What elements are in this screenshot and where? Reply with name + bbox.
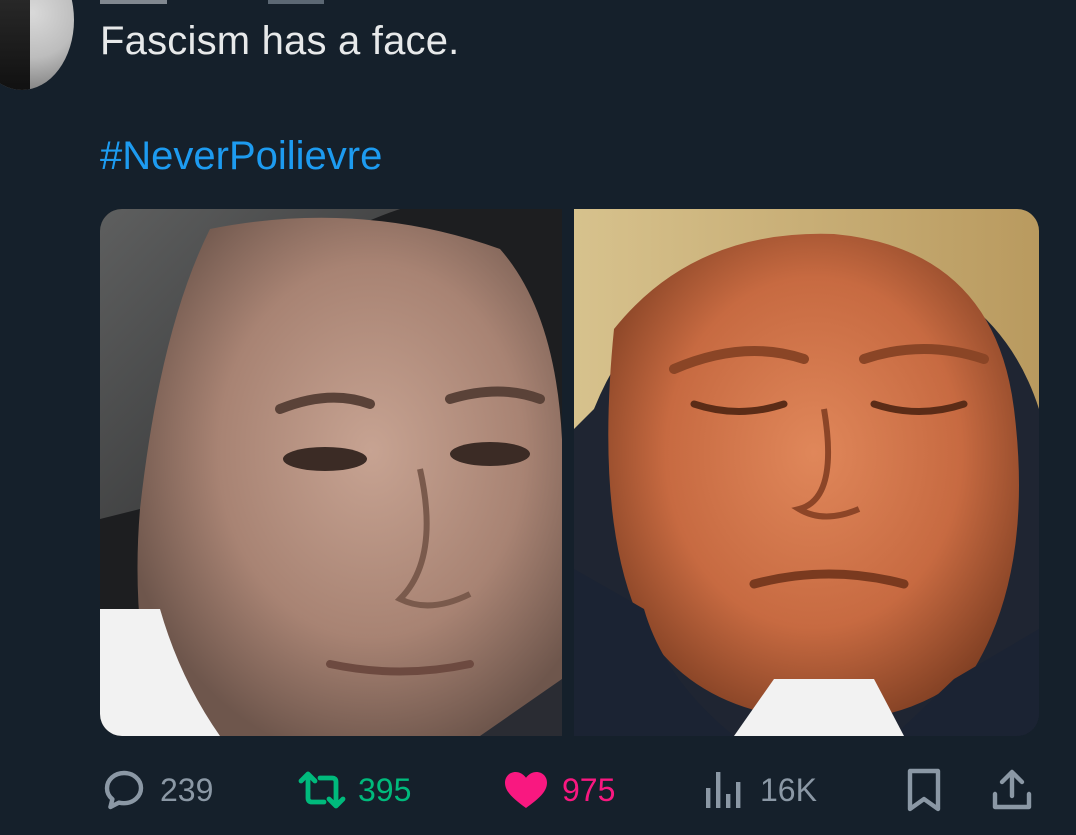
retweet-button[interactable]: 395 [298,760,411,820]
hashtag-link[interactable]: #NeverPoilievre [100,133,382,179]
views-button[interactable]: 16K [700,760,817,820]
avatar[interactable] [0,0,74,90]
like-count: 975 [562,771,616,808]
views-count: 16K [760,771,817,808]
retweet-icon [298,771,346,809]
face-photo-left [100,209,562,736]
reply-icon [104,770,144,810]
share-icon [992,769,1032,810]
share-button[interactable] [988,760,1036,820]
views-icon [706,772,741,808]
reply-count: 239 [160,771,214,808]
photo-right[interactable] [574,209,1039,736]
tweet-actions: 239 395 975 16K [100,760,1040,820]
heart-icon [505,772,547,808]
avatar-figure [0,0,30,90]
bookmark-icon [907,768,941,812]
tweet-text: Fascism has a face. [100,19,460,63]
like-button[interactable]: 975 [502,760,615,820]
author-name-strip [100,0,660,4]
photo-left[interactable] [100,209,562,736]
retweet-count: 395 [358,771,412,808]
bookmark-button[interactable] [900,760,948,820]
tweet-media[interactable] [100,209,1039,736]
face-photo-right [574,209,1039,736]
reply-button[interactable]: 239 [100,760,213,820]
